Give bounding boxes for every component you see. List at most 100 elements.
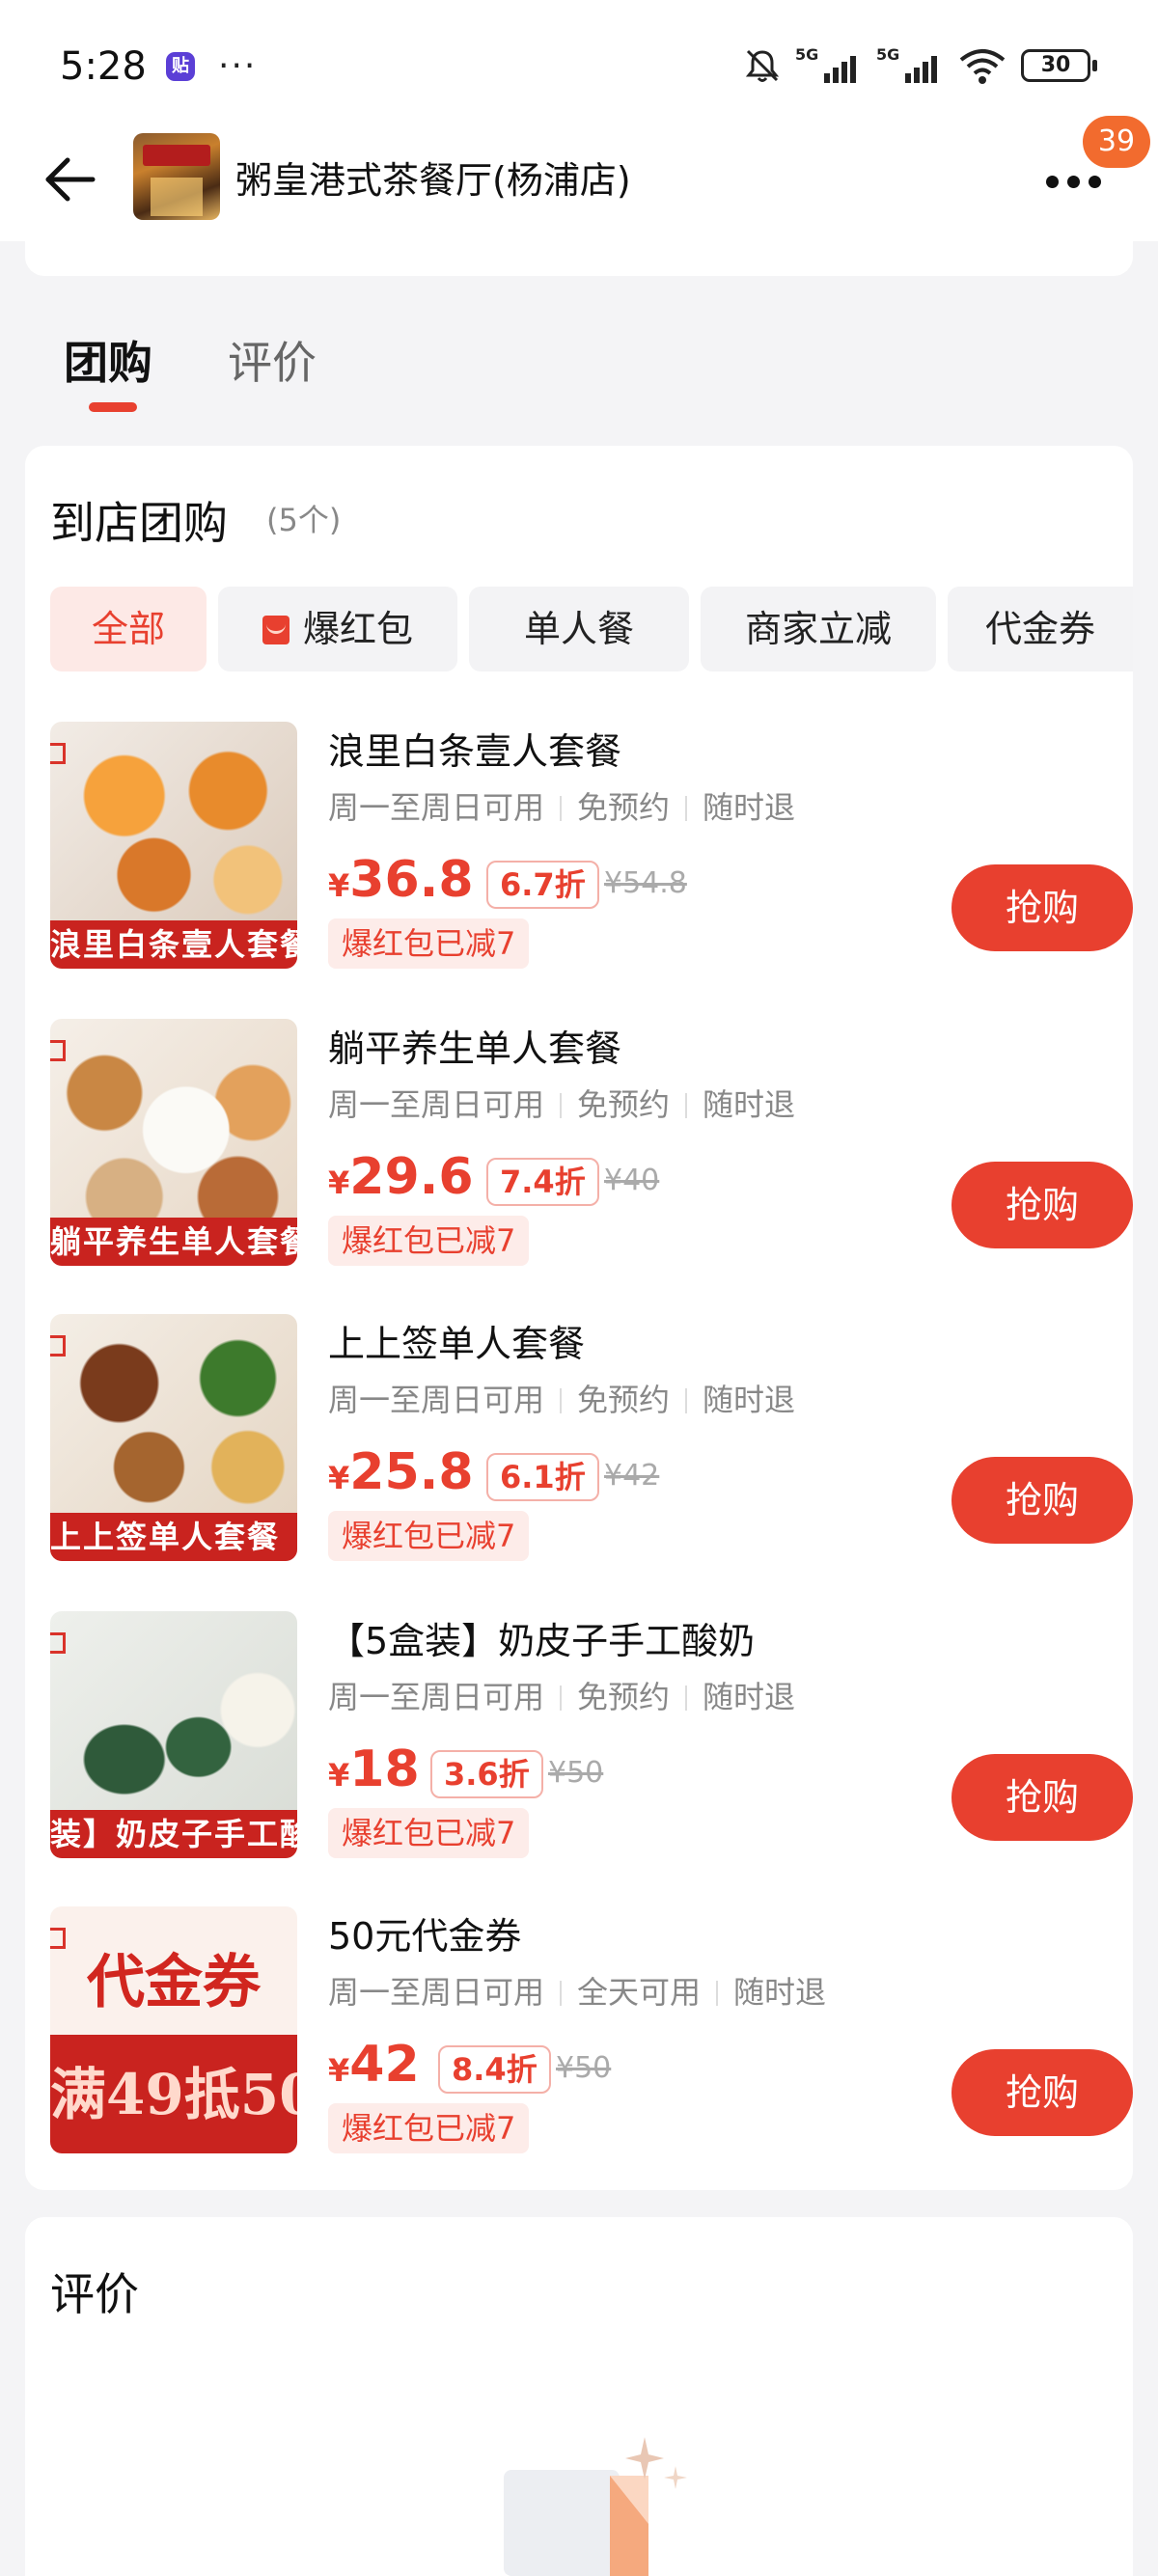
deal-name: 50元代金券 (328, 1915, 522, 1958)
discount-badge: 3.6折 (430, 1750, 543, 1798)
deal-price: ¥42 (328, 2036, 420, 2094)
redpack-discount-tag: 爆红包已减7 (328, 2103, 530, 2153)
battery-icon: 30 (1021, 49, 1097, 82)
currency-symbol: ¥ (328, 1460, 350, 1496)
deal-tag: 随时退 (703, 1382, 796, 1418)
groupbuy-card: 到店团购 (5个) 全部 爆红包 单人餐 商家立减 代金券 浪里白条壹人套餐 浪… (25, 446, 1133, 2190)
red-packet-icon (262, 616, 290, 644)
deal-tags: 周一至周日可用 免预约 随时退 (328, 1376, 795, 1420)
deal-image[interactable]: 代金券 满49抵50 (50, 1906, 297, 2153)
svg-text:5G: 5G (795, 45, 818, 64)
price-amount: 18 (349, 1740, 420, 1798)
discount-badge: 6.7折 (486, 861, 599, 909)
deal-tags: 周一至周日可用 全天可用 随时退 (328, 1968, 826, 2013)
status-time: 5:28 (60, 44, 147, 89)
empty-state-illustration (504, 2437, 687, 2576)
deal-tag: 随时退 (703, 789, 796, 826)
filter-chip-single-meal[interactable]: 单人餐 (469, 587, 689, 671)
original-price: ¥50 (548, 1756, 604, 1790)
deal-price: ¥36.8 (328, 851, 474, 909)
deal-name: 躺平养生单人套餐 (328, 1028, 622, 1070)
deal-price: ¥25.8 (328, 1443, 474, 1501)
deal-tags: 周一至周日可用 免预约 随时退 (328, 1673, 795, 1717)
price-amount: 29.6 (349, 1148, 474, 1206)
currency-symbol: ¥ (328, 1165, 350, 1201)
redpack-discount-tag: 爆红包已减7 (328, 1511, 530, 1561)
deal-tag: 免预约 (577, 1679, 671, 1715)
voucher-image-subtitle: 满49抵50 (50, 2062, 297, 2127)
deal-tag: 周一至周日可用 (328, 1679, 545, 1715)
brand-mark-icon (50, 1335, 66, 1357)
top-card-bottom (25, 241, 1133, 276)
filter-chip-merchant-discount[interactable]: 商家立减 (701, 587, 936, 671)
tab-groupbuy[interactable]: 团购 (64, 328, 152, 392)
deal-image-banner: 上上签单人套餐 (50, 1513, 297, 1561)
mute-bell-icon (745, 49, 780, 82)
back-arrow-icon[interactable] (37, 147, 104, 214)
status-bar: 5:28 贴 ··· 5G 5G 30 (0, 0, 1158, 125)
deal-image[interactable]: 上上签单人套餐 (50, 1314, 297, 1561)
deal-tag: 随时退 (703, 1679, 796, 1715)
5g-signal-icon: 5G (876, 45, 937, 83)
deal-image[interactable]: 浪里白条壹人套餐 (50, 722, 297, 969)
deal-image-banner: 躺平养生单人套餐 (50, 1218, 297, 1266)
filter-chip-redpack[interactable]: 爆红包 (218, 587, 457, 671)
deal-price: ¥18 (328, 1740, 420, 1798)
brand-mark-icon (50, 1040, 66, 1061)
deal-item[interactable]: 上上签单人套餐 上上签单人套餐 周一至周日可用 免预约 随时退 ¥25.8 6.1折… (50, 1314, 1133, 1561)
discount-badge: 7.4折 (486, 1158, 599, 1206)
chip-label: 爆红包 (302, 608, 413, 650)
app-notification-icon: 贴 (166, 52, 195, 81)
more-options-icon[interactable] (1046, 168, 1108, 197)
deal-item[interactable]: 浪里白条壹人套餐 浪里白条壹人套餐 周一至周日可用 免预约 随时退 ¥36.8 6.… (50, 722, 1133, 969)
deal-item[interactable]: 装】奶皮子手工酸 【5盒装】奶皮子手工酸奶 周一至周日可用 免预约 随时退 ¥18 … (50, 1611, 1133, 1858)
reviews-title: 评价 (50, 2268, 139, 2320)
shop-header: 粥皇港式茶餐厅(杨浦店) 39 (0, 116, 1158, 241)
currency-symbol: ¥ (328, 1757, 350, 1794)
voucher-image-title: 代金券 (87, 1949, 261, 2016)
section-title: 到店团购 (50, 497, 228, 549)
message-count-badge[interactable]: 39 (1083, 116, 1150, 168)
discount-badge: 6.1折 (486, 1453, 599, 1501)
deal-name: 上上签单人套餐 (328, 1323, 586, 1365)
original-price: ¥54.8 (604, 866, 687, 900)
buy-button[interactable]: 抢购 (951, 1162, 1133, 1248)
redpack-discount-tag: 爆红包已减7 (328, 1216, 530, 1266)
tab-reviews[interactable]: 评价 (228, 328, 317, 392)
deal-price: ¥29.6 (328, 1148, 474, 1206)
discount-badge: 8.4折 (438, 2045, 551, 2094)
svg-text:5G: 5G (876, 45, 899, 64)
original-price: ¥40 (604, 1164, 660, 1197)
deal-tag: 周一至周日可用 (328, 1086, 545, 1123)
filter-chip-all[interactable]: 全部 (50, 587, 207, 671)
filter-chip-voucher[interactable]: 代金券 (948, 587, 1133, 671)
buy-button[interactable]: 抢购 (951, 2049, 1133, 2136)
deal-count: (5个) (266, 502, 342, 538)
deal-item[interactable]: 躺平养生单人套餐 躺平养生单人套餐 周一至周日可用 免预约 随时退 ¥29.6 7.… (50, 1019, 1133, 1266)
deal-tag: 全天可用 (577, 1974, 702, 2011)
deal-image-banner: 浪里白条壹人套餐 (50, 920, 297, 969)
deal-item[interactable]: 代金券 满49抵50 50元代金券 周一至周日可用 全天可用 随时退 ¥42 8.4… (50, 1906, 1133, 2153)
deal-tag: 免预约 (577, 1086, 671, 1123)
shop-thumbnail[interactable] (133, 133, 220, 220)
reviews-card: 评价 (25, 2217, 1133, 2576)
deal-tag: 周一至周日可用 (328, 1974, 545, 2011)
deal-tag: 周一至周日可用 (328, 789, 545, 826)
deal-tag: 周一至周日可用 (328, 1382, 545, 1418)
buy-button[interactable]: 抢购 (951, 1754, 1133, 1841)
original-price: ¥42 (604, 1459, 660, 1493)
deal-tag: 免预约 (577, 1382, 671, 1418)
buy-button[interactable]: 抢购 (951, 864, 1133, 951)
deal-tags: 周一至周日可用 免预约 随时退 (328, 783, 795, 828)
redpack-discount-tag: 爆红包已减7 (328, 918, 530, 969)
deal-image[interactable]: 装】奶皮子手工酸 (50, 1611, 297, 1858)
wifi-icon (959, 49, 1006, 84)
5g-signal-icon: 5G (795, 45, 856, 83)
deal-tag: 随时退 (733, 1974, 827, 2011)
deal-image[interactable]: 躺平养生单人套餐 (50, 1019, 297, 1266)
active-tab-indicator (89, 402, 137, 412)
more-notifications-icon: ··· (218, 46, 258, 86)
redpack-discount-tag: 爆红包已减7 (328, 1808, 530, 1858)
buy-button[interactable]: 抢购 (951, 1457, 1133, 1544)
deal-tag: 免预约 (577, 789, 671, 826)
